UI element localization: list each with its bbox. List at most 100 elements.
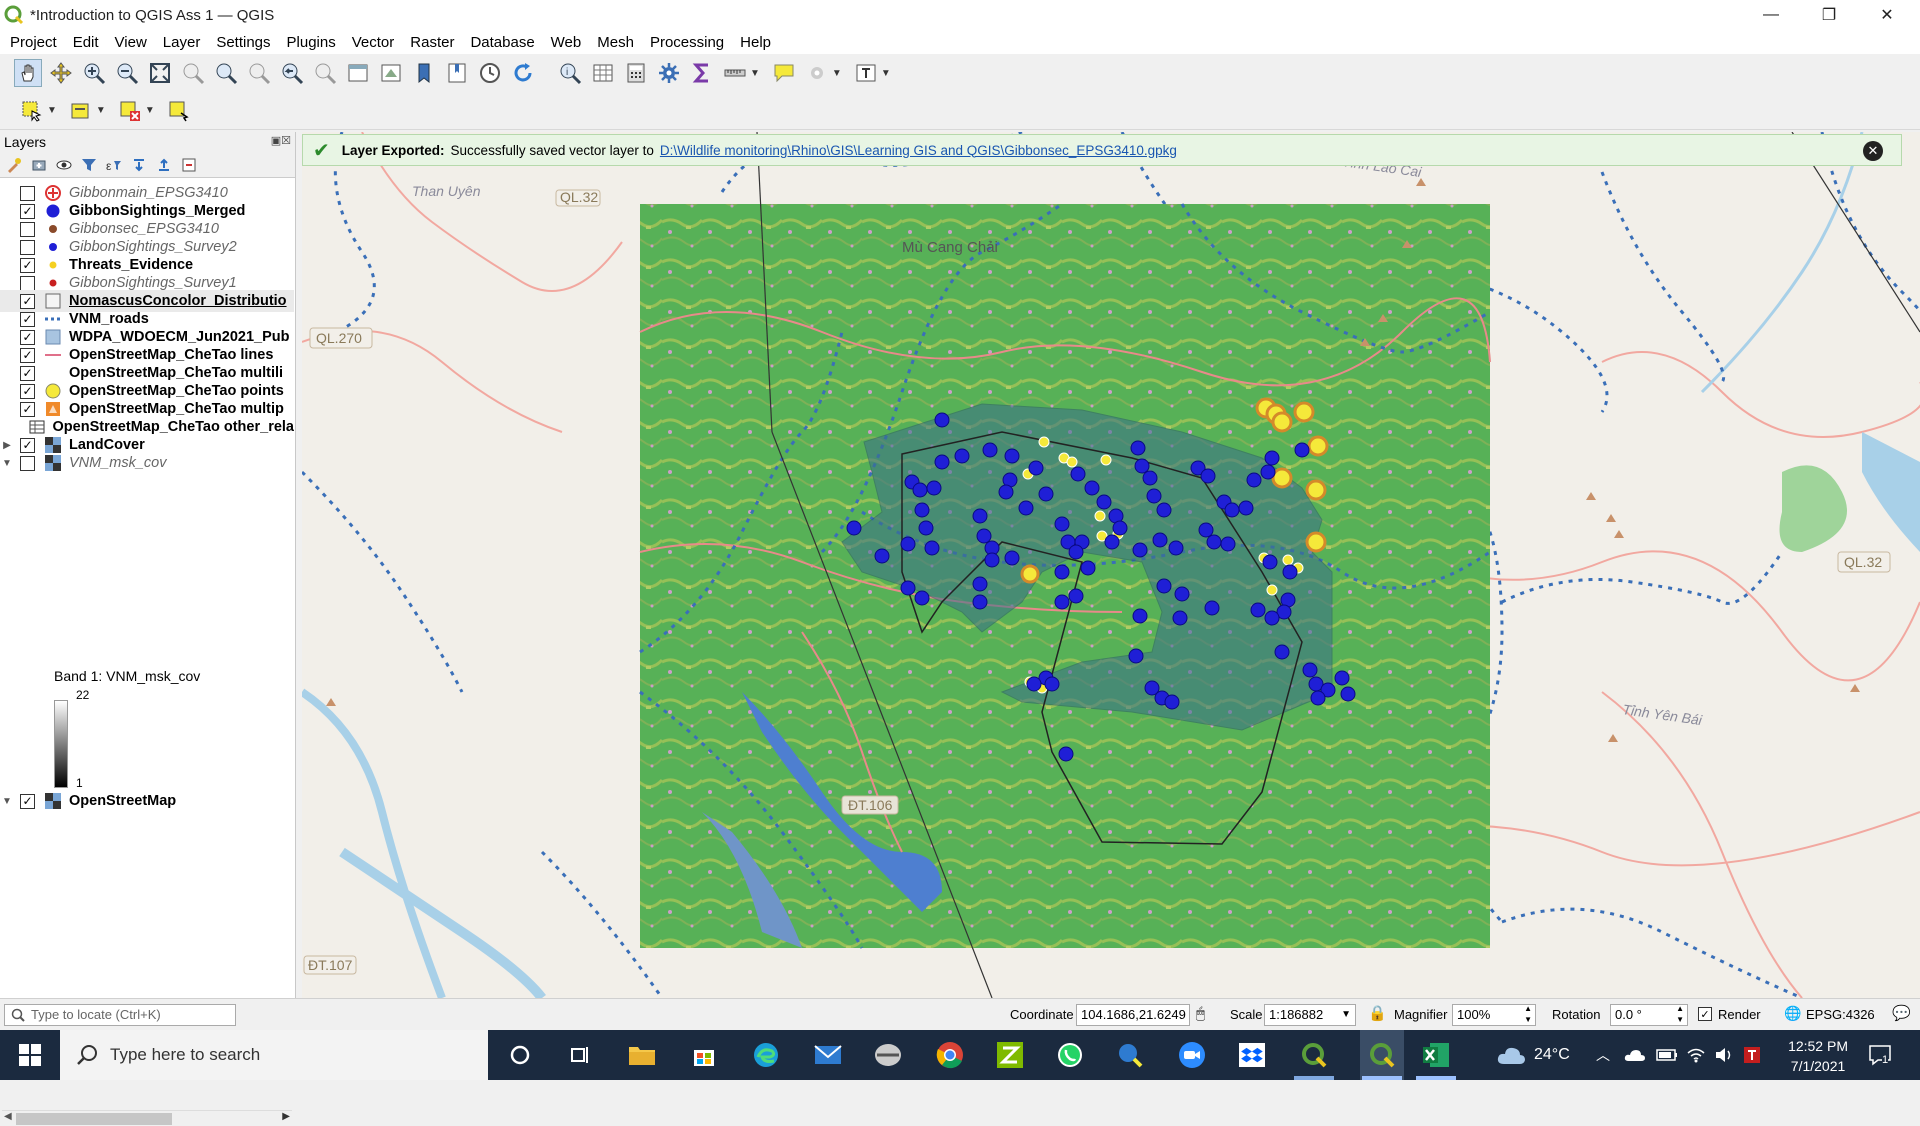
coordinate-field[interactable]: 104.1686,21.6249 xyxy=(1076,1004,1190,1026)
deselect-features-button[interactable] xyxy=(116,97,144,125)
menu-plugins[interactable]: Plugins xyxy=(277,34,342,51)
zoom-native-button[interactable] xyxy=(245,59,273,87)
qgis-active-button[interactable] xyxy=(1360,1030,1404,1080)
manage-map-themes-icon[interactable] xyxy=(56,157,72,173)
messages-icon[interactable]: 💬 xyxy=(1892,1004,1911,1022)
menu-help[interactable]: Help xyxy=(730,34,777,51)
layer-visibility-checkbox[interactable]: ✓ xyxy=(20,383,35,399)
layer-visibility-checkbox[interactable] xyxy=(20,275,35,291)
dropbox-button[interactable] xyxy=(1236,1039,1268,1071)
weather-widget[interactable]: 24°C xyxy=(1496,1030,1570,1080)
layer-visibility-checkbox[interactable]: ✓ xyxy=(20,293,35,309)
mail-button[interactable] xyxy=(812,1039,844,1071)
show-hidden-icons-chevron-icon[interactable]: ︿ xyxy=(1596,1030,1610,1080)
zoom-selection-button[interactable] xyxy=(179,59,207,87)
select-dropdown-chevron-icon[interactable]: ▼ xyxy=(47,105,57,116)
app-disk-button[interactable] xyxy=(872,1039,904,1071)
new-map-view-button[interactable] xyxy=(344,59,372,87)
map-canvas[interactable]: QL.32 Than Uyên Tỉnh Lào Cai Mù Cang Chả… xyxy=(302,132,1920,998)
scale-combo[interactable]: 1:186882 ▼ xyxy=(1264,1004,1356,1026)
menu-edit[interactable]: Edit xyxy=(63,34,105,51)
text-annotation-gear-button[interactable] xyxy=(803,59,831,87)
start-button[interactable] xyxy=(14,1039,46,1071)
menu-processing[interactable]: Processing xyxy=(640,34,730,51)
layer-visibility-checkbox[interactable] xyxy=(20,239,35,255)
zoom-layer-button[interactable] xyxy=(212,59,240,87)
statistical-summary-button[interactable] xyxy=(688,59,716,87)
menu-web[interactable]: Web xyxy=(541,34,588,51)
scrollbar-thumb[interactable] xyxy=(16,1113,172,1125)
excel-button[interactable] xyxy=(1420,1039,1452,1071)
layer-visibility-checkbox[interactable]: ✓ xyxy=(20,203,35,219)
whatsapp-button[interactable] xyxy=(1054,1039,1086,1071)
layer-visibility-checkbox[interactable]: ✓ xyxy=(20,311,35,327)
menu-vector[interactable]: Vector xyxy=(342,34,401,51)
measure-dropdown-chevron-icon[interactable]: ▼ xyxy=(750,68,760,79)
map-tips-button[interactable] xyxy=(770,59,798,87)
layer-row[interactable]: ▼ VNM_msk_cov xyxy=(0,452,294,474)
volume-icon[interactable] xyxy=(1714,1030,1734,1080)
menu-settings[interactable]: Settings xyxy=(206,34,276,51)
expression-dropdown-chevron-icon[interactable]: ▼ xyxy=(96,105,106,116)
crs-button[interactable]: EPSG:4326 xyxy=(1806,1007,1875,1022)
pan-to-selection-button[interactable] xyxy=(47,59,75,87)
processing-toolbox-button[interactable] xyxy=(655,59,683,87)
rotation-spinbox[interactable]: 0.0 ° ▲ ▼ xyxy=(1610,1004,1688,1026)
chrome-button[interactable] xyxy=(934,1039,966,1071)
menu-project[interactable]: Project xyxy=(0,34,63,51)
task-view-button[interactable] xyxy=(564,1039,596,1071)
system-clock[interactable]: 12:52 PM 7/1/2021 xyxy=(1788,1036,1848,1076)
select-location-button[interactable] xyxy=(165,97,193,125)
zoom-next-button[interactable] xyxy=(311,59,339,87)
qgis-search-button[interactable] xyxy=(1114,1039,1146,1071)
locator-search-input[interactable]: Type to locate (Ctrl+K) xyxy=(4,1004,236,1026)
rotation-spin-arrows-icon[interactable]: ▲ ▼ xyxy=(1676,1003,1684,1025)
new-3d-view-button[interactable] xyxy=(377,59,405,87)
zoom-in-button[interactable] xyxy=(80,59,108,87)
select-features-button[interactable] xyxy=(18,97,46,125)
field-calculator-button[interactable] xyxy=(622,59,650,87)
layer-visibility-checkbox[interactable]: ✓ xyxy=(20,793,35,809)
annotation-dropdown-chevron-icon[interactable]: ▼ xyxy=(832,68,842,79)
layer-visibility-checkbox[interactable]: ✓ xyxy=(20,401,35,417)
layer-visibility-checkbox[interactable]: ✓ xyxy=(20,347,35,363)
cortana-button[interactable] xyxy=(504,1039,536,1071)
remove-layer-icon[interactable] xyxy=(181,157,197,173)
layer-visibility-checkbox[interactable] xyxy=(20,221,35,237)
scale-dropdown-chevron-icon[interactable]: ▼ xyxy=(1341,1005,1351,1025)
expand-chevron-icon[interactable]: ▶ xyxy=(0,440,14,451)
attribute-table-button[interactable] xyxy=(589,59,617,87)
file-explorer-button[interactable] xyxy=(626,1039,658,1071)
notification-center-icon[interactable]: 1 xyxy=(1868,1030,1892,1080)
lock-scale-icon[interactable]: 🔒 xyxy=(1368,1004,1387,1022)
restore-button[interactable]: ❐ xyxy=(1800,0,1858,30)
render-checkbox[interactable]: ✓ xyxy=(1698,1007,1712,1021)
onedrive-icon[interactable] xyxy=(1624,1030,1646,1080)
layer-visibility-checkbox[interactable]: ✓ xyxy=(20,329,35,345)
scroll-left-arrow-icon[interactable]: ◀ xyxy=(4,1111,12,1122)
wifi-icon[interactable] xyxy=(1686,1030,1706,1080)
deselect-dropdown-chevron-icon[interactable]: ▼ xyxy=(145,105,155,116)
temporal-controller-button[interactable] xyxy=(476,59,504,87)
magnifier-spin-arrows-icon[interactable]: ▲ ▼ xyxy=(1524,1003,1532,1025)
zotero-button[interactable] xyxy=(994,1039,1026,1071)
layer-visibility-checkbox[interactable]: ✓ xyxy=(20,437,35,453)
select-by-expression-button[interactable] xyxy=(67,97,95,125)
edge-button[interactable] xyxy=(750,1039,782,1071)
filter-legend-icon[interactable] xyxy=(81,157,97,173)
expand-chevron-icon[interactable]: ▼ xyxy=(0,458,14,469)
magnifier-spinbox[interactable]: 100% ▲ ▼ xyxy=(1452,1004,1536,1026)
map-rendering[interactable]: QL.32 Than Uyên Tỉnh Lào Cai Mù Cang Chả… xyxy=(302,132,1920,998)
new-bookmark-button[interactable] xyxy=(410,59,438,87)
layers-horizontal-scrollbar[interactable]: ◀ ▶ xyxy=(2,1110,292,1126)
toggle-extents-icon[interactable]: 🖱 xyxy=(1196,1005,1205,1022)
scroll-right-arrow-icon[interactable]: ▶ xyxy=(282,1111,290,1122)
measure-line-button[interactable] xyxy=(721,59,749,87)
menu-raster[interactable]: Raster xyxy=(400,34,460,51)
collapse-all-icon[interactable] xyxy=(156,157,172,173)
store-button[interactable] xyxy=(688,1039,720,1071)
security-app-icon[interactable] xyxy=(1742,1030,1762,1080)
menu-layer[interactable]: Layer xyxy=(153,34,207,51)
menu-mesh[interactable]: Mesh xyxy=(587,34,640,51)
pan-tool-button[interactable] xyxy=(14,59,42,87)
